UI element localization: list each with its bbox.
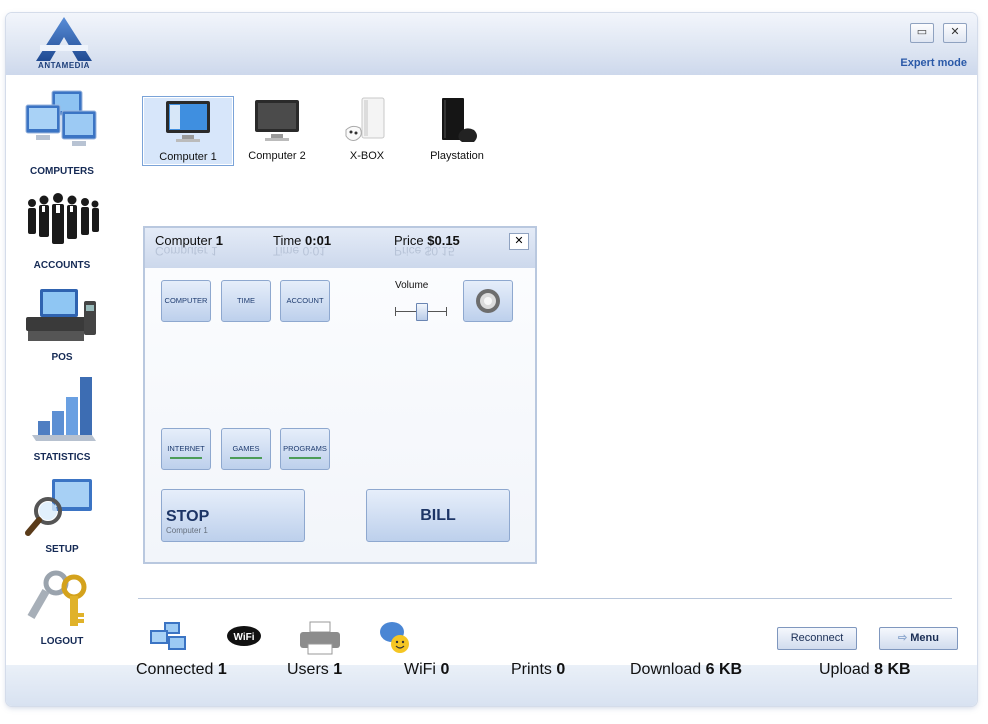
bill-button[interactable]: BILL	[366, 489, 510, 542]
chat-button[interactable]	[378, 620, 414, 653]
internet-label: INTERNET	[167, 444, 205, 453]
device-xbox[interactable]: X-BOX	[322, 96, 412, 164]
menu-label: Menu	[910, 632, 939, 644]
sidebar-item-computers[interactable]: COMPUTERS	[6, 87, 118, 177]
device-label: Computer 2	[248, 150, 306, 162]
computers-small-button[interactable]	[148, 620, 186, 652]
games-button[interactable]: GAMES	[221, 428, 271, 470]
minimize-button[interactable]: ▭	[910, 23, 934, 43]
sidebar-item-setup[interactable]: SETUP	[6, 475, 118, 555]
expert-mode-link[interactable]: Expert mode	[900, 57, 967, 69]
close-window-button[interactable]: ✕	[943, 23, 967, 43]
sidebar: COMPUTERS ACCOUNTS POS STATISTICS SETUP …	[6, 75, 126, 663]
reconnect-button[interactable]: Reconnect	[777, 627, 857, 650]
internet-underline	[170, 457, 202, 459]
stop-button[interactable]: STOP Computer 1	[161, 489, 305, 542]
status-users: Users 1	[287, 661, 343, 678]
sidebar-item-pos[interactable]: POS	[6, 287, 118, 363]
device-label: Computer 1	[159, 151, 217, 163]
title-bar: ANTAMEDIA ▭ ✕ Expert mode	[6, 13, 977, 75]
computers-icon	[25, 90, 97, 146]
wifi-icon-text: WiFi	[233, 632, 254, 643]
logo-text: ANTAMEDIA	[38, 61, 90, 70]
pos-icon	[26, 289, 96, 341]
panel-price: Price $0.15 Price $0.15	[394, 233, 460, 258]
printer-icon	[300, 621, 340, 655]
chat-icon	[380, 622, 409, 653]
printer-button[interactable]	[298, 620, 340, 655]
computer-button[interactable]: COMPUTER	[161, 280, 211, 322]
setup-icon	[25, 479, 92, 536]
volume-tick-max	[446, 307, 447, 316]
toolbar-divider	[138, 598, 952, 599]
playstation-icon	[442, 98, 477, 142]
menu-arrow-icon: ⇨	[897, 632, 908, 644]
session-panel-header: Computer 1 Computer 1 Time 0:01 Time 0:0…	[145, 228, 535, 268]
programs-underline	[289, 457, 321, 459]
speaker-button[interactable]	[463, 280, 513, 322]
antamedia-logo: ANTAMEDIA	[32, 15, 96, 73]
panel-price-reflection: Price $0.15	[394, 244, 455, 258]
device-label: Playstation	[430, 150, 484, 162]
sidebar-item-label: LOGOUT	[40, 636, 84, 647]
panel-close-button[interactable]: ✕	[509, 233, 529, 250]
stop-sub-label: Computer 1	[166, 526, 208, 535]
stop-label: STOP	[166, 508, 210, 525]
speaker-icon	[476, 289, 500, 313]
xbox-icon	[345, 97, 385, 141]
sidebar-item-label: SETUP	[45, 544, 79, 555]
device-label: X-BOX	[349, 150, 385, 162]
wifi-button[interactable]: WiFi	[226, 622, 262, 654]
session-panel: Computer 1 Computer 1 Time 0:01 Time 0:0…	[143, 226, 537, 564]
device-computer-2[interactable]: Computer 2	[232, 96, 322, 164]
menu-button[interactable]: ⇨ Menu	[879, 627, 958, 650]
programs-button[interactable]: PROGRAMS	[280, 428, 330, 470]
sidebar-item-label: ACCOUNTS	[33, 260, 91, 271]
sidebar-item-logout[interactable]: LOGOUT	[6, 569, 118, 647]
panel-time-reflection: Time 0:01	[273, 244, 326, 258]
sidebar-item-label: COMPUTERS	[30, 166, 94, 177]
panel-computer-reflection: Computer 1	[155, 244, 218, 258]
monitor-off-icon	[255, 100, 299, 141]
volume-slider-thumb[interactable]	[416, 303, 428, 321]
panel-computer: Computer 1 Computer 1	[155, 233, 223, 258]
games-underline	[230, 457, 262, 459]
status-download: Download 6 KB	[630, 661, 743, 678]
status-wifi: WiFi 0	[404, 661, 450, 678]
time-button[interactable]: TIME	[221, 280, 271, 322]
volume-tick-min	[395, 307, 396, 316]
internet-button[interactable]: INTERNET	[161, 428, 211, 470]
device-computer-1[interactable]: Computer 1	[142, 96, 234, 166]
monitor-on-icon	[166, 101, 210, 142]
logout-icon	[27, 570, 87, 626]
computers-small-icon	[150, 622, 186, 650]
programs-label: PROGRAMS	[283, 444, 327, 453]
account-button[interactable]: ACCOUNT	[280, 280, 330, 322]
status-connected: Connected 1	[136, 661, 227, 678]
sidebar-item-label: STATISTICS	[33, 452, 91, 463]
device-playstation[interactable]: Playstation	[412, 96, 502, 164]
status-prints: Prints 0	[511, 661, 566, 678]
statistics-icon	[32, 377, 96, 441]
wifi-icon: WiFi	[227, 626, 261, 646]
sidebar-item-accounts[interactable]: ACCOUNTS	[6, 191, 118, 271]
status-upload: Upload 8 KB	[819, 661, 911, 678]
volume-slider[interactable]	[395, 302, 447, 322]
sidebar-item-label: POS	[51, 352, 73, 363]
games-label: GAMES	[232, 444, 260, 453]
sidebar-item-statistics[interactable]: STATISTICS	[6, 373, 118, 463]
volume-label: Volume	[395, 280, 429, 291]
session-panel-body: COMPUTER TIME ACCOUNT Volume INTERNET GA…	[145, 268, 535, 562]
panel-time: Time 0:01 Time 0:01	[273, 233, 331, 258]
accounts-icon	[28, 193, 99, 244]
logo-a-icon	[36, 17, 92, 61]
